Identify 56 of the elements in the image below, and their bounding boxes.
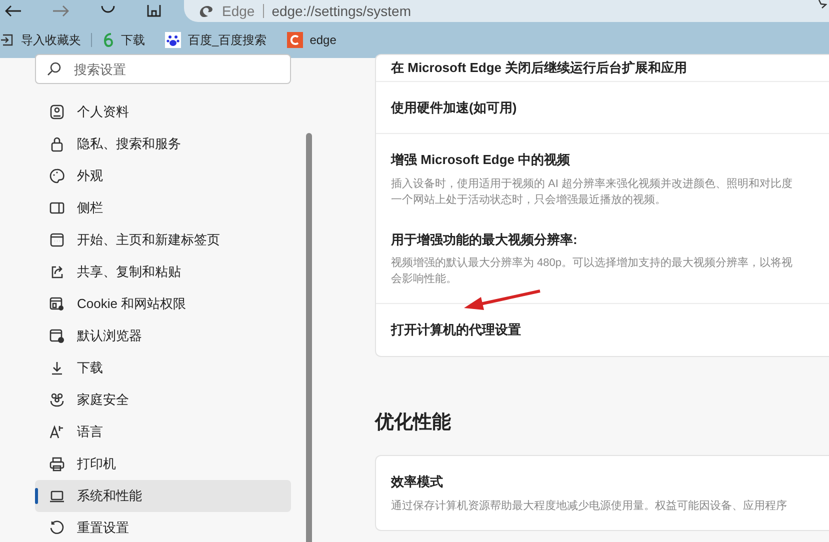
sidebar-item[interactable]: Cookie 和网站权限 [35,288,291,320]
sidebar-item[interactable]: 打印机 [35,448,291,480]
sidebar-item[interactable]: 个人资料 [35,96,291,128]
home-icon[interactable] [146,5,162,17]
sidebar-item[interactable]: 共享、复制和粘贴 [35,256,291,288]
c-logo-icon [286,32,303,48]
bookmark[interactable]: 下载 [92,31,155,49]
search-icon [47,62,61,76]
sidebar-item[interactable]: 隐私、搜索和服务 [35,128,291,160]
reset-icon [49,520,65,536]
url-text: edge://settings/system [272,2,411,21]
setting-title: 使用硬件加速(如可用) [391,98,518,117]
import-icon [0,33,14,47]
section-heading: 优化性能 [375,410,452,434]
tab-page-icon [49,232,65,248]
sidebar-icon [49,200,65,216]
six-logo-icon [102,32,114,48]
palette-icon [49,168,65,184]
forward-arrow-icon[interactable] [52,5,70,17]
share-icon [49,264,65,280]
download-icon [49,360,65,376]
setting-title: 在 Microsoft Edge 关闭后继续运行后台扩展和应用 [391,59,688,77]
setting-subtitle: 用于增强功能的最大视频分辨率: [391,230,578,248]
language-icon [49,424,65,440]
setting-title: 增强 Microsoft Edge 中的视频 [391,151,572,169]
setting-title: 效率模式 [391,473,444,491]
setting-description: 插入设备时，使用适用于视频的 AI 超分辨率来强化视频并改进颜色、照明和对比度 一个网站上处于活动状态时，只会增强最近播放的视频。 [391,176,794,208]
sidebar-item[interactable]: 开始、主页和新建标签页 [35,224,291,256]
sidebar-item[interactable]: 系统和性能 [35,480,291,512]
setting-description: 通过保存计算机资源帮助最大程度地减少电源使用量。权益可能因设备、应用程序 [391,498,788,514]
site-label: Edge [222,2,255,21]
browser-check-icon [49,328,65,344]
sidebar-item[interactable]: 侧栏 [35,192,291,224]
address-bar[interactable]: Edge edge://settings/system [184,0,829,22]
bookmark[interactable]: 导入收藏夹 [0,31,91,49]
setting-description: 视频增强的默认最大分辨率为 480p。可以选择增加支持的最大视频分辨率，以将视 会影响性能。 [391,256,794,287]
lock-icon [49,136,65,152]
sidebar-item[interactable]: 下载 [35,352,291,384]
cookie-settings-icon [49,296,65,312]
sidebar-item[interactable]: 重置设置 [35,512,291,542]
profile-icon [49,104,65,120]
scrollbar-thumb[interactable] [306,133,312,542]
sidebar-item[interactable]: 家庭安全 [35,384,291,416]
back-arrow-icon[interactable] [4,5,22,17]
search-field[interactable]: 搜索设置 [35,54,291,84]
printer-icon [49,456,65,472]
edge-logo-icon [198,4,214,18]
family-icon [49,392,65,408]
sidebar-item[interactable]: 语言 [35,416,291,448]
bookmark[interactable]: edge [276,31,346,49]
setting-title: 打开计算机的代理设置 [391,321,522,339]
sidebar-item[interactable]: 外观 [35,160,291,192]
bookmark[interactable]: 百度_百度搜索 [155,31,277,49]
laptop-icon [49,488,65,504]
sidebar-item[interactable]: 默认浏览器 [35,320,291,352]
paw-logo-icon [165,32,181,48]
